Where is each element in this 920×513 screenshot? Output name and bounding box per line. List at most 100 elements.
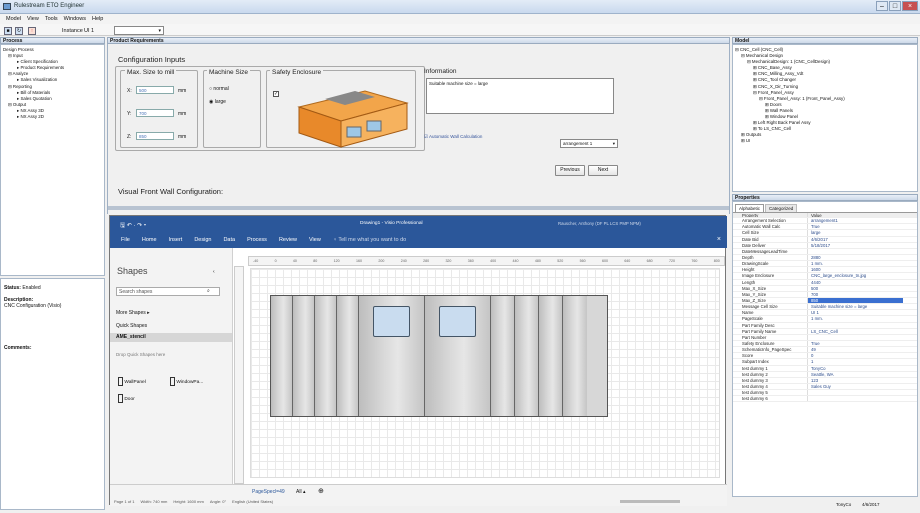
menu-help[interactable]: Help (92, 14, 103, 24)
property-value[interactable]: TonyCo (808, 366, 903, 371)
stencil-windowpanel[interactable]: WindowPa... (170, 377, 203, 386)
previous-button[interactable]: Previous (555, 165, 585, 176)
refresh-icon[interactable]: ↻ (15, 27, 23, 35)
ruler-tick: 400 (490, 259, 497, 263)
wall-panel[interactable] (337, 296, 359, 416)
visio-tab-home[interactable]: Home (142, 233, 157, 248)
instance-dropdown[interactable]: ▾ (114, 26, 164, 35)
property-value[interactable]: Suitable machine size = large (808, 304, 903, 309)
tab-categorized[interactable]: Categorized (765, 204, 798, 212)
visio-tab-file[interactable]: File (121, 233, 130, 248)
property-value[interactable]: 4440 (808, 280, 903, 285)
property-value[interactable]: 1 (808, 359, 903, 364)
close-button[interactable]: × (902, 1, 918, 11)
maximize-button[interactable]: □ (889, 1, 901, 11)
property-value[interactable]: 49 (808, 347, 903, 352)
property-value[interactable]: True (808, 224, 903, 229)
enclosure-checkbox[interactable]: ✓ (273, 91, 279, 97)
property-value[interactable]: 123 (808, 378, 903, 383)
wall-panel[interactable] (491, 296, 515, 416)
save-icon[interactable]: ■ (4, 27, 12, 35)
menu-view[interactable]: View (27, 14, 39, 24)
wall-panel[interactable] (271, 296, 293, 416)
property-value[interactable]: 850 (808, 297, 903, 304)
shapes-search-input[interactable]: Search shapes (116, 287, 220, 296)
property-row[interactable]: test dummy 6 (733, 396, 917, 403)
x-size-input[interactable]: 500 (136, 86, 174, 94)
property-value[interactable] (808, 335, 903, 340)
wall-panel[interactable] (563, 296, 587, 416)
visio-tab-view[interactable]: View (309, 233, 321, 248)
property-value[interactable]: arrangement1 (808, 218, 903, 223)
menu-model[interactable]: Model (6, 14, 21, 24)
property-value[interactable]: 700 (808, 292, 903, 297)
auto-wall-checkbox[interactable]: ☑ Automatic Wall Calculation (424, 134, 482, 140)
visio-quick-access[interactable]: 🖫 ↶ · ↷ ▾ (120, 221, 146, 231)
stencil-door[interactable]: Door (118, 394, 135, 403)
visio-close-icon[interactable]: × (717, 236, 721, 243)
shapes-collapse-icon[interactable]: ‹ (213, 269, 215, 275)
property-value[interactable] (808, 390, 903, 395)
x-unit: mm (178, 88, 187, 94)
tab-alphabetic[interactable]: Alphabetic (735, 204, 765, 212)
property-name: PageScale (733, 316, 808, 322)
property-value[interactable] (808, 323, 903, 328)
next-button[interactable]: Next (588, 165, 618, 176)
more-shapes[interactable]: More Shapes ▸ (116, 310, 150, 316)
info-textbox[interactable]: Suitable machine size = large (426, 78, 614, 114)
zoom-slider[interactable] (620, 500, 680, 503)
arrangement-select[interactable]: arrangement 1 ▾ (560, 139, 618, 148)
all-pages-tab[interactable]: All ▴ (296, 489, 305, 495)
property-value[interactable]: 2880 (808, 255, 903, 260)
property-value[interactable]: 500 (808, 286, 903, 291)
property-value[interactable]: LS_CNC_Cell (808, 329, 903, 334)
door-panel[interactable] (359, 296, 425, 416)
property-value[interactable]: CNC_large_enclosure_tn.jpg (808, 273, 903, 278)
property-value[interactable]: large (808, 230, 903, 235)
quick-shapes[interactable]: Quick Shapes (116, 323, 147, 329)
stencil-wallpanel[interactable]: WallPanel (118, 377, 146, 386)
front-wall-drawing[interactable] (270, 295, 608, 417)
property-value[interactable] (808, 249, 903, 254)
wall-panel[interactable] (515, 296, 539, 416)
property-value[interactable]: 1 mm. (808, 261, 903, 266)
visio-tab-insert[interactable]: Insert (169, 233, 183, 248)
stencil-tab[interactable]: AME_stencil (110, 333, 232, 342)
property-value[interactable]: Seattle, WA (808, 372, 903, 377)
property-value[interactable]: 1 mm. (808, 316, 903, 321)
property-value[interactable]: 0 (808, 353, 903, 358)
visio-tab-process[interactable]: Process (247, 233, 267, 248)
shapes-title: Shapes (117, 266, 148, 276)
menu-windows[interactable]: Windows (64, 14, 86, 24)
splitter[interactable] (108, 206, 729, 210)
visio-tab-data[interactable]: Data (223, 233, 235, 248)
wall-panel[interactable] (539, 296, 563, 416)
visio-tell-me[interactable]: ♀ Tell me what you want to do (333, 233, 406, 248)
property-value[interactable]: 5/18/2017 (808, 243, 903, 248)
visio-titlebar: 🖫 ↶ · ↷ ▾ Drawing1 - Visio Professional … (110, 216, 727, 233)
tree-nx-2d[interactable]: ▸ NX Assy 2D (3, 114, 102, 120)
property-value[interactable]: 4/6/2017 (808, 237, 903, 242)
page-tab[interactable]: PageSpecl=49 (252, 489, 285, 495)
door-panel[interactable] (425, 296, 491, 416)
wall-panel[interactable] (315, 296, 337, 416)
large-radio[interactable]: ◉ large (209, 99, 226, 105)
y-size-input[interactable]: 700 (136, 109, 174, 117)
model-node[interactable]: ⊞ UI (735, 138, 915, 144)
property-value[interactable]: 1600 (808, 267, 903, 272)
normal-radio[interactable]: ○ normal (209, 86, 229, 92)
property-value[interactable] (808, 396, 903, 401)
property-value[interactable]: Sales Guy (808, 384, 903, 389)
visio-tab-review[interactable]: Review (279, 233, 297, 248)
visio-tab-design[interactable]: Design (194, 233, 211, 248)
search-icon[interactable]: ⌕ (207, 288, 210, 294)
up-arrow-icon[interactable]: ↑ (28, 27, 36, 35)
col-value: Value (811, 213, 822, 218)
property-value[interactable]: UI 1 (808, 310, 903, 315)
minimize-button[interactable]: – (876, 1, 888, 11)
wall-panel[interactable] (293, 296, 315, 416)
add-page-icon[interactable]: ⊕ (318, 487, 324, 495)
property-value[interactable]: True (808, 341, 903, 346)
z-size-input[interactable]: 850 (136, 132, 174, 140)
menu-tools[interactable]: Tools (45, 14, 58, 24)
